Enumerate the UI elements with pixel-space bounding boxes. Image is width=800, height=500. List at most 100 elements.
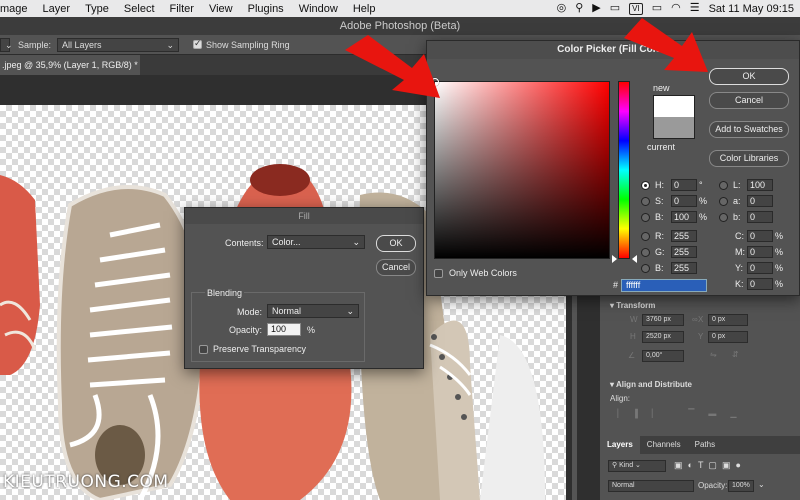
right-panel: ▾ Transform W 3760 px ∞ X 0 px H 2520 px… bbox=[600, 270, 800, 500]
play-icon[interactable]: ▶ bbox=[592, 0, 600, 17]
layer-filter-icons[interactable]: ▣◐T▢▣● bbox=[674, 460, 746, 471]
green-label: G: bbox=[655, 247, 665, 257]
menu-help[interactable]: Help bbox=[353, 3, 384, 15]
contents-dropdown[interactable]: Color... ⌄ bbox=[267, 235, 365, 249]
layer-blend-mode[interactable]: Normal bbox=[608, 480, 694, 492]
menu-plugins[interactable]: Plugins bbox=[248, 3, 292, 15]
current-color-swatch[interactable] bbox=[653, 117, 695, 139]
current-label: current bbox=[647, 142, 676, 152]
w-field[interactable]: 3760 px bbox=[642, 314, 684, 326]
menu-image[interactable]: mage bbox=[0, 3, 36, 15]
red-arrow-icon bbox=[345, 35, 440, 98]
saturation-brightness-field[interactable] bbox=[431, 78, 610, 259]
link-icon[interactable]: ∞ bbox=[692, 315, 698, 324]
h-label: H bbox=[630, 332, 636, 341]
flip-horizontal-icon[interactable]: ⇋ bbox=[710, 350, 717, 359]
color-picker-ok-button[interactable]: OK bbox=[709, 68, 789, 85]
color-picker-cancel-button[interactable]: Cancel bbox=[709, 92, 789, 109]
hue-slider[interactable] bbox=[618, 81, 630, 259]
yellow-field[interactable]: 0 bbox=[747, 262, 773, 274]
tab-layers[interactable]: Layers bbox=[600, 436, 640, 454]
sample-label: Sample: bbox=[18, 39, 52, 50]
hue-arrow-right-icon[interactable] bbox=[632, 255, 637, 263]
saturation-field[interactable]: 0 bbox=[671, 195, 697, 207]
creative-cloud-icon[interactable]: ◎ bbox=[557, 0, 567, 17]
tab-channels[interactable]: Channels bbox=[640, 436, 688, 454]
menu-select[interactable]: Select bbox=[124, 3, 163, 15]
sampling-ring-checkbox[interactable] bbox=[193, 38, 203, 49]
menu-window[interactable]: Window bbox=[299, 3, 346, 15]
black-label: K: bbox=[735, 279, 744, 289]
green-radio[interactable] bbox=[641, 248, 650, 257]
brightness-radio[interactable] bbox=[641, 213, 650, 222]
blue-field[interactable]: 255 bbox=[671, 262, 697, 274]
w-label: W bbox=[630, 315, 638, 324]
color-libraries-button[interactable]: Color Libraries bbox=[709, 150, 789, 167]
add-to-swatches-button[interactable]: Add to Swatches bbox=[709, 121, 789, 138]
green-field[interactable]: 255 bbox=[671, 246, 697, 258]
layer-opacity-field[interactable]: 100% bbox=[728, 480, 754, 492]
blue-radio[interactable] bbox=[641, 264, 650, 273]
menu-type[interactable]: Type bbox=[85, 3, 117, 15]
cyan-unit: % bbox=[775, 231, 784, 241]
fill-cancel-button[interactable]: Cancel bbox=[376, 259, 416, 276]
lightness-label: L: bbox=[733, 180, 741, 190]
brightness-field[interactable]: 100 bbox=[671, 211, 697, 223]
b-field[interactable]: 0 bbox=[747, 211, 773, 223]
saturation-radio[interactable] bbox=[641, 197, 650, 206]
document-tab[interactable]: .jpeg @ 35,9% (Layer 1, RGB/8) * bbox=[0, 55, 140, 75]
cyan-field[interactable]: 0 bbox=[747, 230, 773, 242]
align-header[interactable]: ▾ Align and Distribute bbox=[602, 377, 700, 392]
red-radio[interactable] bbox=[641, 232, 650, 241]
only-web-colors-checkbox[interactable] bbox=[434, 269, 443, 278]
a-field[interactable]: 0 bbox=[747, 195, 773, 207]
fill-dialog: Fill Contents: Color... ⌄ OK Cancel Blen… bbox=[184, 207, 424, 369]
hue-radio[interactable] bbox=[641, 181, 650, 190]
watermark: KIEUTRUONG.COM bbox=[3, 472, 169, 492]
hex-field[interactable]: ffffff bbox=[621, 279, 707, 292]
blending-label: Blending bbox=[205, 288, 245, 298]
angle-field[interactable]: 0,00° bbox=[642, 350, 684, 362]
menu-clock[interactable]: Sat 11 May 09:15 bbox=[709, 3, 794, 15]
menu-filter[interactable]: Filter bbox=[170, 3, 202, 15]
mode-dropdown[interactable]: Normal ⌄ bbox=[267, 304, 359, 318]
align-icons[interactable]: ▕▐▏ ▔▬▁ bbox=[612, 409, 751, 418]
magenta-unit: % bbox=[775, 247, 784, 257]
y-field[interactable]: 0 px bbox=[708, 331, 748, 343]
lightness-radio[interactable] bbox=[719, 181, 728, 190]
a-radio[interactable] bbox=[719, 197, 728, 206]
magenta-field[interactable]: 0 bbox=[747, 246, 773, 258]
share-icon[interactable]: ⚲ bbox=[575, 0, 583, 17]
yellow-unit: % bbox=[775, 263, 784, 273]
black-field[interactable]: 0 bbox=[747, 278, 773, 290]
hue-arrow-left-icon[interactable] bbox=[612, 255, 617, 263]
red-field[interactable]: 255 bbox=[671, 230, 697, 242]
preserve-transparency-checkbox[interactable] bbox=[199, 345, 208, 354]
fill-ok-button[interactable]: OK bbox=[376, 235, 416, 252]
tool-preset-dropdown[interactable]: ⌄ bbox=[0, 37, 13, 52]
menu-view[interactable]: View bbox=[209, 3, 241, 15]
y-label: Y bbox=[698, 332, 704, 341]
hue-label: H: bbox=[655, 180, 664, 190]
hue-field[interactable]: 0 bbox=[671, 179, 697, 191]
a-label: a: bbox=[733, 196, 741, 206]
flip-vertical-icon[interactable]: ⇵ bbox=[732, 350, 739, 359]
magenta-label: M: bbox=[735, 247, 745, 257]
layer-kind-filter[interactable]: ⚲ Kind ⌄ bbox=[608, 460, 666, 472]
opacity-field[interactable]: 100 bbox=[267, 323, 301, 336]
opacity-unit: % bbox=[307, 325, 316, 335]
b-radio[interactable] bbox=[719, 213, 728, 222]
yellow-label: Y: bbox=[735, 263, 744, 273]
brightness-label: B: bbox=[655, 212, 664, 222]
x-field[interactable]: 0 px bbox=[708, 314, 748, 326]
sample-value: All Layers bbox=[62, 39, 102, 50]
lightness-field[interactable]: 100 bbox=[747, 179, 773, 191]
tab-paths[interactable]: Paths bbox=[688, 436, 722, 454]
new-label: new bbox=[653, 83, 670, 93]
transform-header[interactable]: ▾ Transform bbox=[602, 298, 663, 313]
sample-dropdown[interactable]: All Layers ⌄ bbox=[57, 37, 180, 52]
h-field[interactable]: 2520 px bbox=[642, 331, 684, 343]
mode-label: Mode: bbox=[237, 307, 263, 317]
menu-layer[interactable]: Layer bbox=[43, 3, 79, 15]
chevron-down-icon[interactable]: ⌄ bbox=[758, 480, 765, 489]
